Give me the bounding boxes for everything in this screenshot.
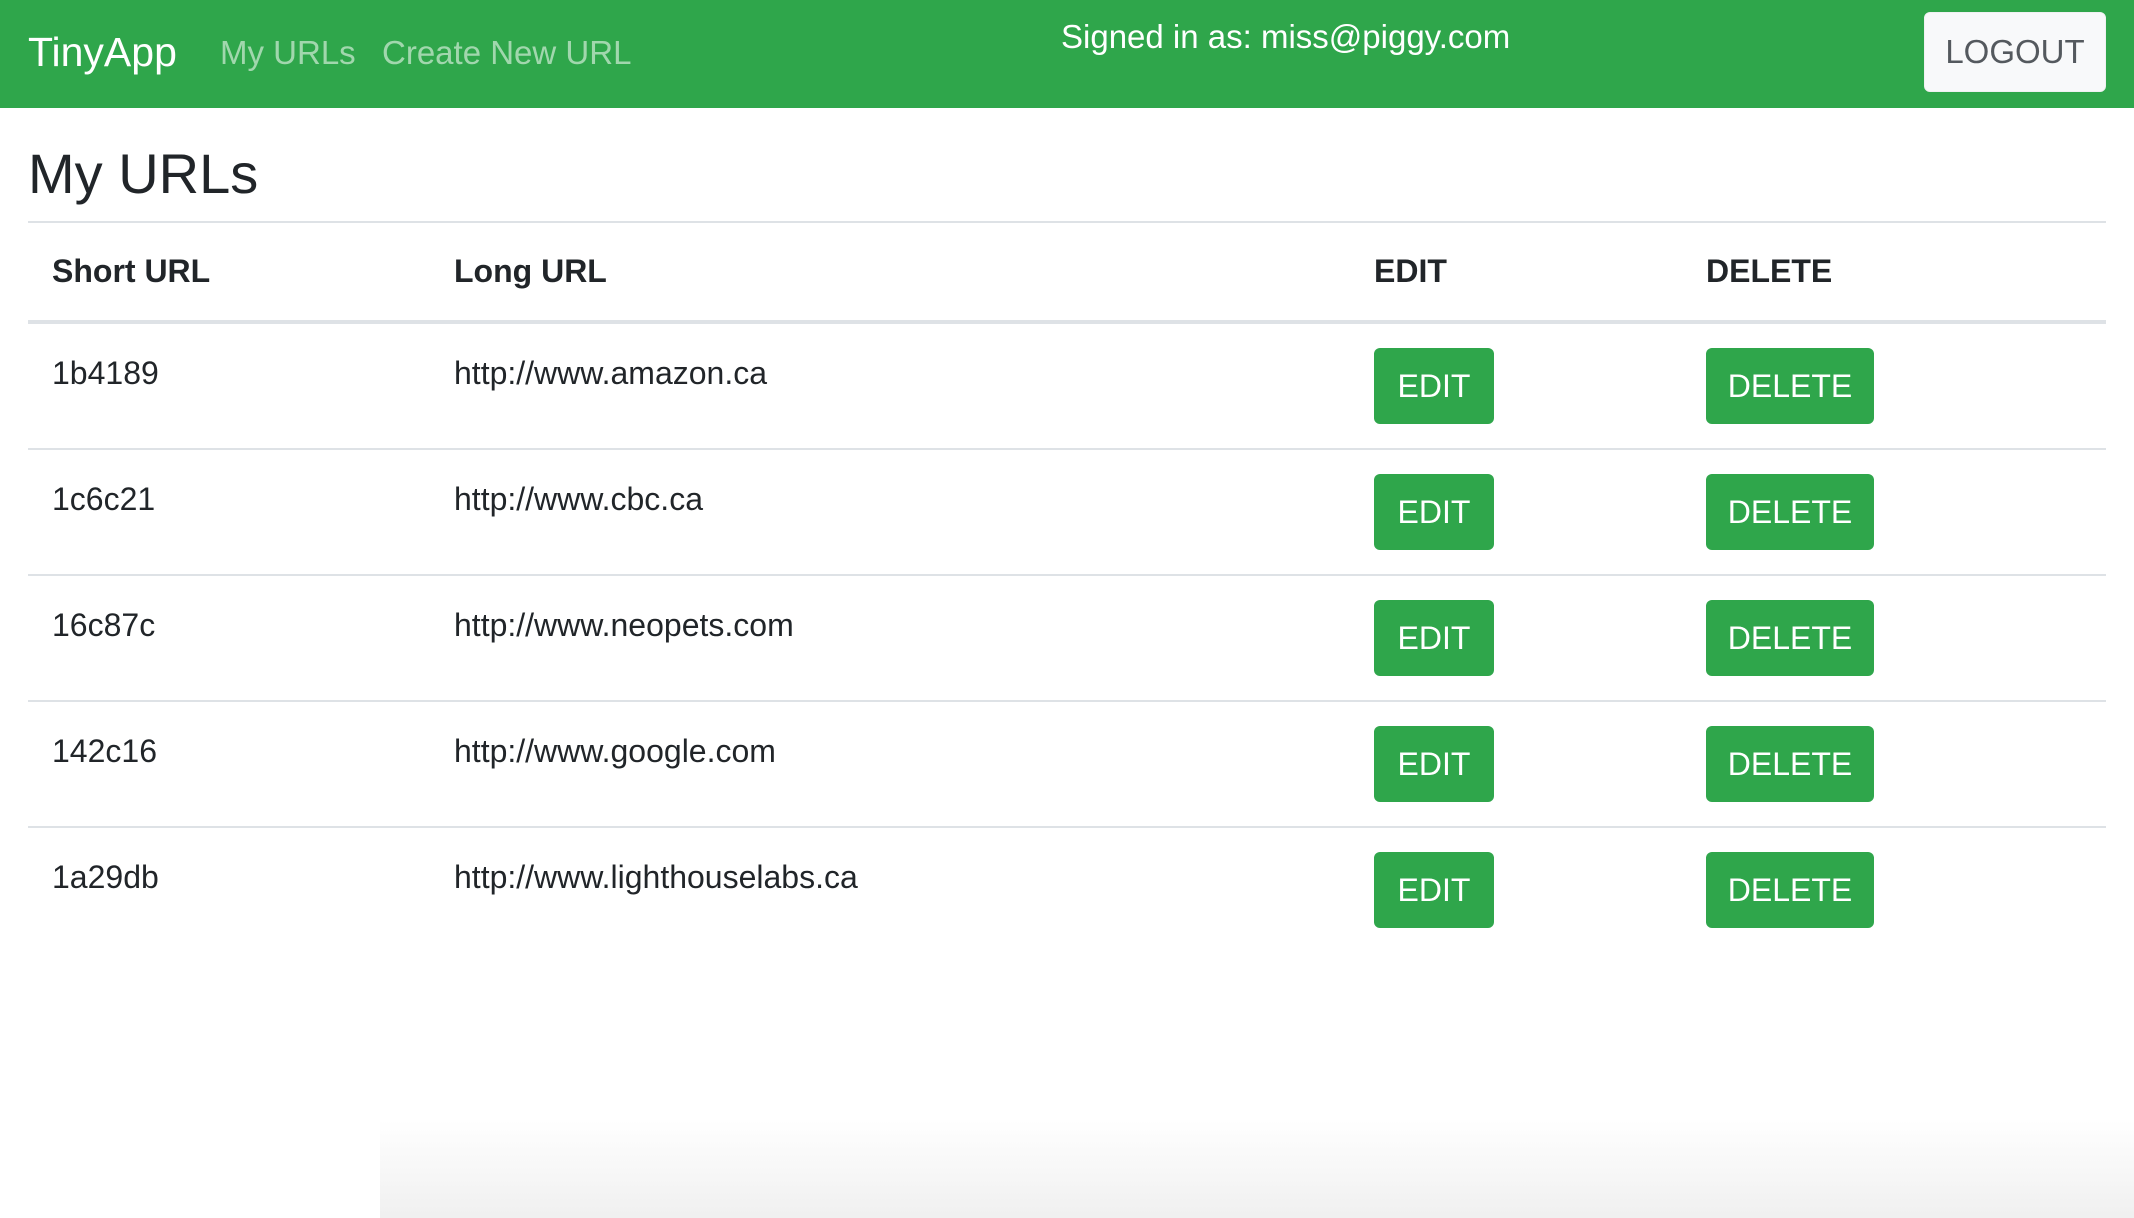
header-short-url: Short URL — [52, 253, 211, 289]
short-url-cell[interactable]: 1a29db — [52, 856, 159, 898]
long-url-cell: http://www.lighthouselabs.ca — [454, 859, 858, 895]
row-divider — [28, 574, 2106, 576]
delete-button[interactable]: DELETE — [1706, 852, 1874, 928]
signed-in-text: Signed in as: miss@piggy.com — [1061, 18, 1511, 55]
long-url-cell: http://www.google.com — [454, 733, 776, 769]
table-top-divider — [28, 221, 2106, 223]
page-title: My URLs — [28, 142, 259, 205]
header-edit: EDIT — [1374, 253, 1447, 289]
edit-button[interactable]: EDIT — [1374, 348, 1494, 424]
short-url-cell[interactable]: 1b4189 — [52, 352, 159, 394]
table-header-divider — [28, 320, 2106, 324]
edit-button[interactable]: EDIT — [1374, 726, 1494, 802]
edit-button[interactable]: EDIT — [1374, 474, 1494, 550]
row-divider — [28, 700, 2106, 702]
short-url-cell[interactable]: 1c6c21 — [52, 478, 155, 520]
delete-button[interactable]: DELETE — [1706, 474, 1874, 550]
brand-link[interactable]: TinyApp — [28, 26, 177, 78]
bottom-shadow — [380, 1120, 2134, 1218]
edit-button[interactable]: EDIT — [1374, 852, 1494, 928]
long-url-cell: http://www.amazon.ca — [454, 355, 768, 391]
long-url-cell: http://www.cbc.ca — [454, 481, 703, 517]
nav-link-create-new-url[interactable]: Create New URL — [382, 32, 631, 74]
logout-button[interactable]: LOGOUT — [1924, 12, 2106, 92]
nav-link-my-urls[interactable]: My URLs — [220, 32, 356, 74]
edit-button[interactable]: EDIT — [1374, 600, 1494, 676]
long-url-cell: http://www.neopets.com — [454, 607, 794, 643]
short-url-cell[interactable]: 16c87c — [52, 604, 155, 646]
delete-button[interactable]: DELETE — [1706, 600, 1874, 676]
row-divider — [28, 448, 2106, 450]
delete-button[interactable]: DELETE — [1706, 726, 1874, 802]
navbar: TinyApp My URLs Create New URL Signed in… — [0, 0, 2134, 108]
header-long-url: Long URL — [454, 253, 607, 289]
short-url-cell[interactable]: 142c16 — [52, 730, 157, 772]
header-delete: DELETE — [1706, 253, 1833, 289]
row-divider — [28, 826, 2106, 828]
delete-button[interactable]: DELETE — [1706, 348, 1874, 424]
